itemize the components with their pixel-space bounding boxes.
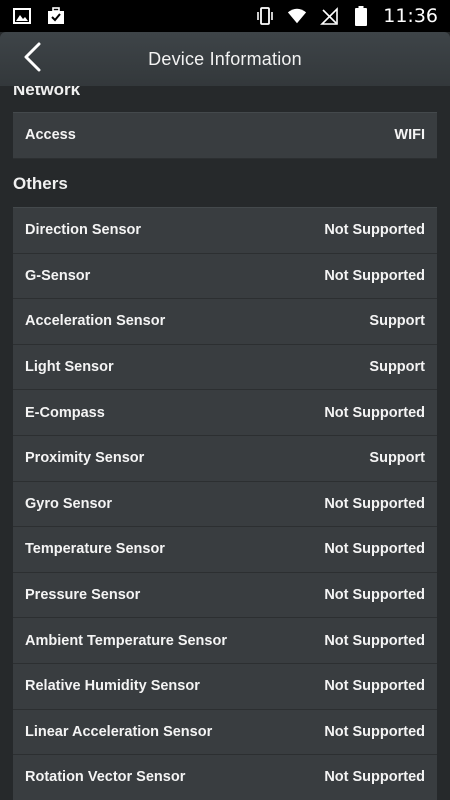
wifi-icon bbox=[287, 6, 307, 26]
network-group: Access WIFI bbox=[13, 112, 437, 159]
list-item[interactable]: Linear Acceleration Sensor Not Supported bbox=[13, 710, 437, 756]
row-value: Support bbox=[369, 313, 425, 330]
chevron-left-icon bbox=[22, 42, 42, 77]
row-value: WIFI bbox=[394, 127, 425, 144]
row-value: Not Supported bbox=[324, 222, 425, 239]
list-item[interactable]: Temperature Sensor Not Supported bbox=[13, 527, 437, 573]
row-label: Gyro Sensor bbox=[25, 495, 113, 512]
page-title: Device Information bbox=[148, 48, 302, 69]
status-right: 11:36 bbox=[255, 5, 438, 27]
row-value: Not Supported bbox=[324, 495, 425, 512]
row-value: Not Supported bbox=[324, 267, 425, 284]
row-value: Not Supported bbox=[324, 769, 425, 786]
no-sim-icon bbox=[319, 6, 339, 26]
list-item[interactable]: Pressure Sensor Not Supported bbox=[13, 573, 437, 619]
list-item[interactable]: Ambient Temperature Sensor Not Supported bbox=[13, 618, 437, 664]
row-value: Not Supported bbox=[324, 723, 425, 740]
row-label: Direction Sensor bbox=[25, 222, 142, 239]
list-item[interactable]: Acceleration Sensor Support bbox=[13, 299, 437, 345]
row-label: Ambient Temperature Sensor bbox=[25, 632, 227, 649]
row-label: Temperature Sensor bbox=[25, 541, 165, 558]
briefcase-check-icon bbox=[46, 6, 66, 26]
section-title-network: Network bbox=[13, 86, 81, 99]
row-label: G-Sensor bbox=[25, 267, 91, 284]
list-item[interactable]: Rotation Vector Sensor Not Supported bbox=[13, 755, 437, 800]
section-title-others: Others bbox=[13, 174, 68, 193]
row-value: Support bbox=[369, 359, 425, 376]
list-item[interactable]: E-Compass Not Supported bbox=[13, 390, 437, 436]
row-label: Access bbox=[25, 127, 76, 144]
row-label: Rotation Vector Sensor bbox=[25, 769, 186, 786]
row-label: Relative Humidity Sensor bbox=[25, 678, 200, 695]
status-bar: 11:36 bbox=[0, 0, 450, 32]
row-value: Not Supported bbox=[324, 541, 425, 558]
row-label: Linear Acceleration Sensor bbox=[25, 723, 213, 740]
row-value: Not Supported bbox=[324, 587, 425, 604]
list-item[interactable]: Access WIFI bbox=[13, 113, 437, 159]
row-label: E-Compass bbox=[25, 404, 105, 421]
battery-icon bbox=[351, 6, 371, 26]
list-item[interactable]: Proximity Sensor Support bbox=[13, 436, 437, 482]
list-item[interactable]: G-Sensor Not Supported bbox=[13, 254, 437, 300]
row-label: Acceleration Sensor bbox=[25, 313, 166, 330]
back-button[interactable] bbox=[12, 40, 52, 78]
status-left bbox=[12, 6, 66, 26]
status-time: 11:36 bbox=[383, 5, 438, 27]
app-header: Device Information bbox=[0, 32, 450, 86]
others-group: Direction Sensor Not Supported G-Sensor … bbox=[13, 207, 437, 800]
row-value: Support bbox=[369, 450, 425, 467]
list-item[interactable]: Relative Humidity Sensor Not Supported bbox=[13, 664, 437, 710]
list-item[interactable]: Light Sensor Support bbox=[13, 345, 437, 391]
list-item[interactable]: Direction Sensor Not Supported bbox=[13, 208, 437, 254]
row-label: Pressure Sensor bbox=[25, 587, 141, 604]
row-label: Light Sensor bbox=[25, 359, 114, 376]
vibrate-icon bbox=[255, 6, 275, 26]
content-scroll-area[interactable]: Network Access WIFI Others Direction Sen… bbox=[0, 86, 450, 800]
list-item[interactable]: Gyro Sensor Not Supported bbox=[13, 482, 437, 528]
image-icon bbox=[12, 6, 32, 26]
row-value: Not Supported bbox=[324, 678, 425, 695]
row-label: Proximity Sensor bbox=[25, 450, 145, 467]
row-value: Not Supported bbox=[324, 632, 425, 649]
row-value: Not Supported bbox=[324, 404, 425, 421]
